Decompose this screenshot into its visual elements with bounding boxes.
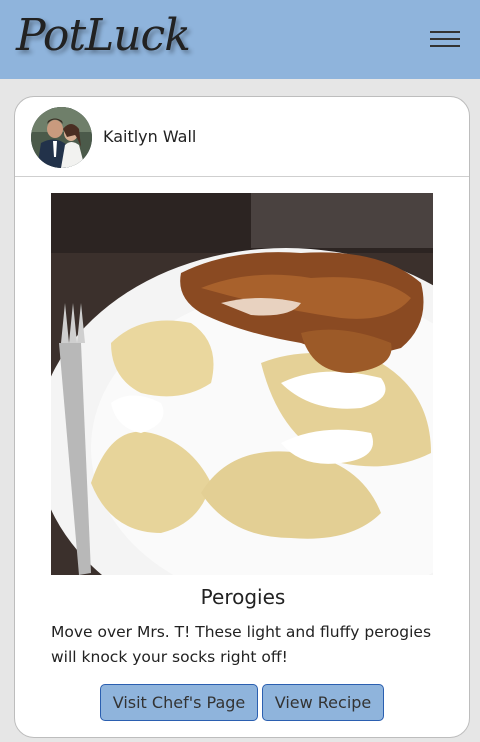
card-header: Kaitlyn Wall	[15, 97, 469, 177]
app-header: PotLuck	[0, 0, 480, 79]
dish-photo	[51, 193, 433, 575]
view-recipe-button[interactable]: View Recipe	[262, 684, 384, 721]
dish-title: Perogies	[200, 585, 286, 609]
visit-chef-button[interactable]: Visit Chef's Page	[100, 684, 258, 721]
recipe-card: Kaitlyn Wall Perogies Move over Mrs. T! …	[14, 96, 470, 738]
chef-avatar[interactable]	[31, 107, 92, 168]
dish-description: Move over Mrs. T! These light and fluffy…	[51, 623, 432, 666]
menu-bar	[430, 31, 460, 33]
menu-bar	[430, 45, 460, 47]
chef-name[interactable]: Kaitlyn Wall	[103, 127, 196, 146]
app-logo[interactable]: PotLuck	[16, 10, 191, 61]
hamburger-menu-icon[interactable]	[428, 26, 462, 52]
menu-bar	[430, 38, 460, 40]
